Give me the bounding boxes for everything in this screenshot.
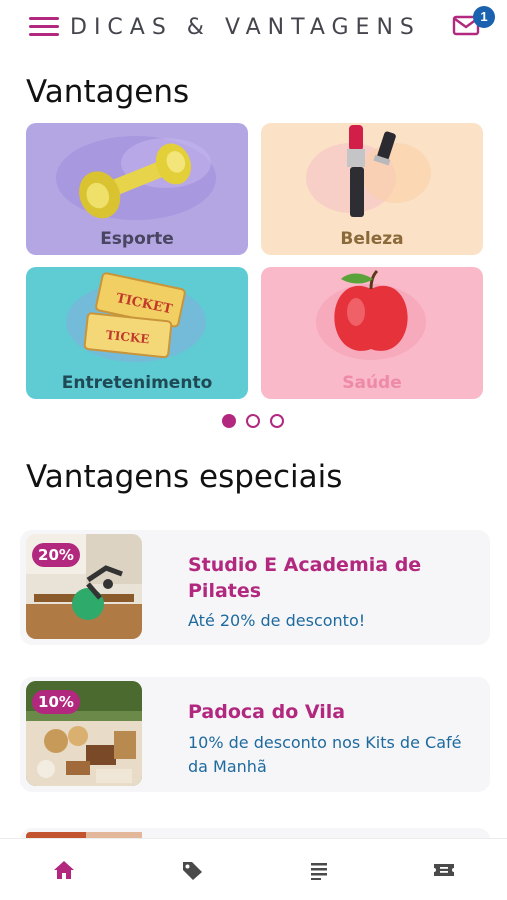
hamburger-line <box>29 33 59 36</box>
hamburger-line <box>29 17 59 20</box>
offer-title: Studio E Academia de Pilates <box>188 554 422 602</box>
category-card-entretenimento[interactable]: TICKET TICKE Entretenimento <box>26 267 248 399</box>
section-title-especiais: Vantagens especiais <box>26 459 343 495</box>
offer-card-pilates[interactable]: 20% Studio E Academia de Pilates Até 20%… <box>20 530 490 645</box>
category-card-beleza[interactable]: Beleza <box>261 123 483 255</box>
app-title: DICAS & VANTAGENS <box>70 15 421 40</box>
pagination-dot-active[interactable] <box>222 414 236 428</box>
bottom-navigation <box>0 838 507 900</box>
carousel-pagination <box>222 414 292 430</box>
ticket-icon[interactable] <box>432 859 456 881</box>
pagination-dot[interactable] <box>246 414 260 428</box>
tag-icon[interactable] <box>180 859 204 881</box>
offer-image: 10% <box>26 681 142 786</box>
pagination-dot[interactable] <box>270 414 284 428</box>
home-icon[interactable] <box>52 859 76 881</box>
hamburger-line <box>29 25 59 28</box>
discount-badge: 10% <box>32 690 80 714</box>
category-label: Beleza <box>340 229 404 249</box>
offer-description: 10% de desconto nos Kits de Café da Manh… <box>188 733 462 776</box>
offer-description: Até 20% de desconto! <box>188 611 366 630</box>
category-label: Saúde <box>342 373 402 393</box>
list-icon[interactable] <box>307 859 331 881</box>
section-title-vantagens: Vantagens <box>26 74 190 110</box>
menu-button[interactable] <box>29 15 59 39</box>
offer-image: 20% <box>26 534 142 639</box>
category-label: Entretenimento <box>61 373 213 393</box>
category-label: Esporte <box>100 229 174 249</box>
category-card-saude[interactable]: Saúde <box>261 267 483 399</box>
notification-badge: 1 <box>473 6 495 28</box>
offer-card-padoca[interactable]: 10% Padoca do Vila 10% de desconto nos K… <box>20 677 490 792</box>
top-bar: DICAS & VANTAGENS 1 <box>0 0 507 58</box>
offer-title: Padoca do Vila <box>188 701 346 723</box>
category-card-esporte[interactable]: Esporte <box>26 123 248 255</box>
discount-badge: 20% <box>32 543 80 567</box>
